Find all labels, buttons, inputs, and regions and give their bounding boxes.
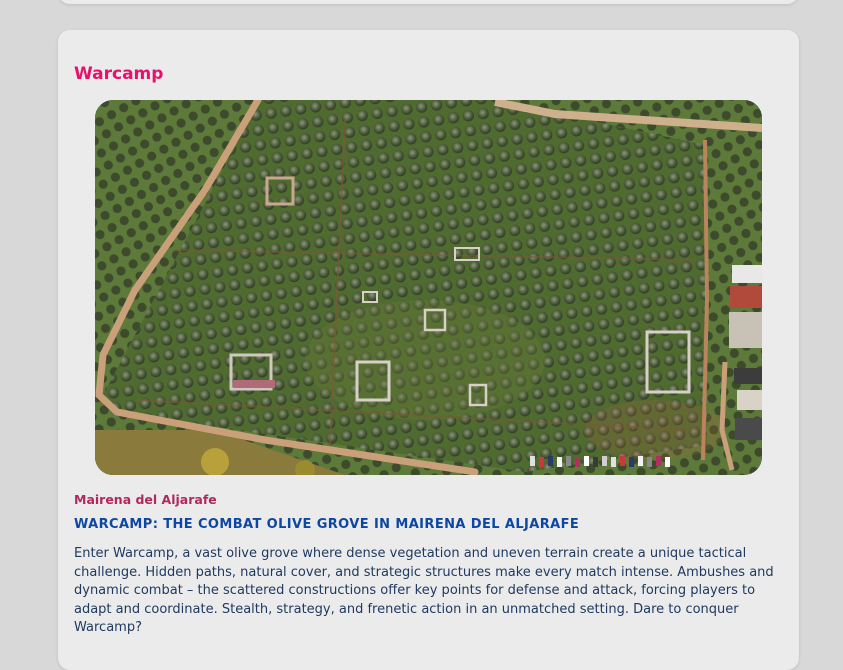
location-label: Mairena del Aljarafe bbox=[74, 492, 217, 507]
previous-card-bottom bbox=[58, 0, 799, 4]
card-title: Warcamp bbox=[74, 64, 164, 84]
warcamp-card: Warcamp Mairena del Aljarafe WARCAMP: TH… bbox=[58, 30, 799, 670]
warcamp-aerial-photo bbox=[95, 100, 762, 475]
card-headline: WARCAMP: THE COMBAT OLIVE GROVE IN MAIRE… bbox=[74, 517, 580, 532]
card-description: Enter Warcamp, a vast olive grove where … bbox=[74, 546, 774, 635]
